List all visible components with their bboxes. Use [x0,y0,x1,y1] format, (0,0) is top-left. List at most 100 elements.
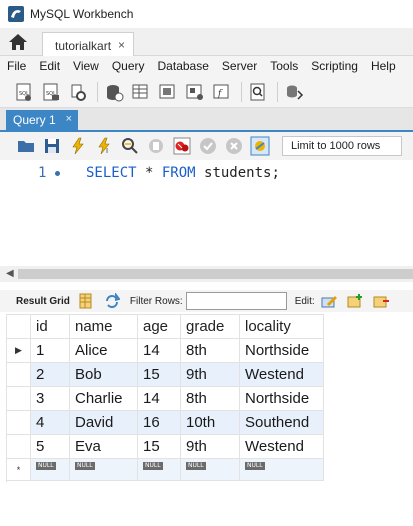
menu-help[interactable]: Help [364,59,402,73]
column-header[interactable]: name [69,314,138,339]
row-header[interactable] [6,362,31,387]
row-header[interactable] [6,386,31,411]
rollback-icon[interactable] [224,136,244,156]
column-header[interactable]: grade [180,314,240,339]
table-cell[interactable]: NULL [239,458,324,481]
close-icon[interactable]: × [66,113,72,125]
edit-row-icon[interactable] [321,293,337,309]
create-schema-icon[interactable] [104,82,124,102]
table-cell[interactable]: Westend [239,434,324,459]
table-cell[interactable]: 15 [137,362,181,387]
table-cell[interactable]: Alice [69,338,138,363]
sql-editor[interactable]: 1 SELECT * FROM students; [0,160,413,266]
save-icon[interactable] [42,136,62,156]
table-cell[interactable]: 15 [137,434,181,459]
table-cell[interactable]: NULL [137,458,181,481]
table-cell[interactable]: Eva [69,434,138,459]
table-cell[interactable]: 2 [30,362,70,387]
create-table-icon[interactable] [131,82,151,102]
table-row[interactable]: 2 Bob 15 9th Westend [6,362,324,387]
new-sql-tab-icon[interactable]: SQL [14,82,34,102]
search-table-data-icon[interactable] [248,82,268,102]
result-toolbar: Result Grid Filter Rows: Edit: [0,290,413,312]
delete-row-icon[interactable] [373,293,389,309]
create-procedure-icon[interactable] [185,82,205,102]
table-cell[interactable]: NULL [69,458,138,481]
open-sql-script-icon[interactable]: SQL [41,82,61,102]
table-row[interactable]: 5 Eva 15 9th Westend [6,434,324,459]
column-header[interactable]: locality [239,314,324,339]
table-cell[interactable]: Southend [239,410,324,435]
table-cell[interactable]: David [69,410,138,435]
table-row[interactable]: 4 David 16 10th Southend [6,410,324,435]
connection-tab-bar: tutorialkart × [0,28,413,56]
new-row[interactable]: * NULL NULL NULL NULL NULL [6,458,324,481]
column-header[interactable]: id [30,314,70,339]
table-cell[interactable]: 4 [30,410,70,435]
menu-file[interactable]: File [0,59,32,73]
open-folder-icon[interactable] [16,136,36,156]
commit-icon[interactable] [198,136,218,156]
table-cell[interactable]: 8th [180,338,240,363]
menu-view[interactable]: View [66,59,105,73]
query-tab[interactable]: Query 1 × [6,110,78,130]
menu-server[interactable]: Server [215,59,263,73]
null-badge: NULL [186,462,206,470]
autocommit-icon[interactable] [250,136,270,156]
editor-horizontal-scrollbar[interactable]: ◀ [0,266,413,282]
menu-edit[interactable]: Edit [32,59,66,73]
null-badge: NULL [36,462,56,470]
row-header[interactable] [6,434,31,459]
menu-query[interactable]: Query [105,59,151,73]
row-limit-select[interactable]: Limit to 1000 rows [282,136,402,156]
table-cell[interactable]: 3 [30,386,70,411]
close-icon[interactable]: × [118,38,125,52]
scroll-left-icon[interactable]: ◀ [6,268,14,279]
insert-row-icon[interactable] [347,293,363,309]
row-header[interactable] [6,410,31,435]
grid-view-icon[interactable] [78,293,94,309]
execute-icon[interactable] [68,136,88,156]
table-cell[interactable]: 16 [137,410,181,435]
scrollbar-thumb[interactable] [18,269,413,279]
table-cell[interactable]: 5 [30,434,70,459]
menu-database[interactable]: Database [151,59,215,73]
table-row[interactable]: 3 Charlie 14 8th Northside [6,386,324,411]
table-cell[interactable]: 10th [180,410,240,435]
reconnect-icon[interactable] [284,82,304,102]
table-cell[interactable]: NULL [180,458,240,481]
table-cell[interactable]: 14 [137,338,181,363]
table-cell[interactable]: 9th [180,434,240,459]
result-grid-label[interactable]: Result Grid [16,296,70,307]
home-icon[interactable] [8,33,28,51]
sql-code-line[interactable]: SELECT * FROM students; [86,165,280,181]
filter-rows-input[interactable] [185,292,287,310]
create-view-icon[interactable] [158,82,178,102]
table-cell[interactable]: Northside [239,338,324,363]
null-badge: NULL [245,462,265,470]
table-row[interactable]: ▶ 1 Alice 14 8th Northside [6,338,324,363]
table-cell[interactable]: 9th [180,362,240,387]
table-cell[interactable]: Bob [69,362,138,387]
table-cell[interactable]: 1 [30,338,70,363]
execute-current-icon[interactable]: I [94,136,114,156]
menu-scripting[interactable]: Scripting [304,59,364,73]
create-function-icon[interactable]: f [212,82,232,102]
column-header[interactable]: age [137,314,181,339]
table-cell[interactable]: Northside [239,386,324,411]
current-row-arrow-icon[interactable]: ▶ [6,338,31,363]
refresh-icon[interactable] [104,292,121,309]
toolbar-separator [241,81,242,102]
table-cell[interactable]: NULL [30,458,70,481]
toggle-errors-icon[interactable] [172,136,192,156]
table-cell[interactable]: Charlie [69,386,138,411]
connection-tab-label: tutorialkart [55,39,112,53]
stop-icon[interactable] [146,136,166,156]
explain-icon[interactable] [120,136,140,156]
table-cell[interactable]: Westend [239,362,324,387]
connection-tab[interactable]: tutorialkart × [42,32,134,56]
table-cell[interactable]: 8th [180,386,240,411]
table-cell[interactable]: 14 [137,386,181,411]
inspector-icon[interactable] [68,82,88,102]
menu-tools[interactable]: Tools [263,59,304,73]
